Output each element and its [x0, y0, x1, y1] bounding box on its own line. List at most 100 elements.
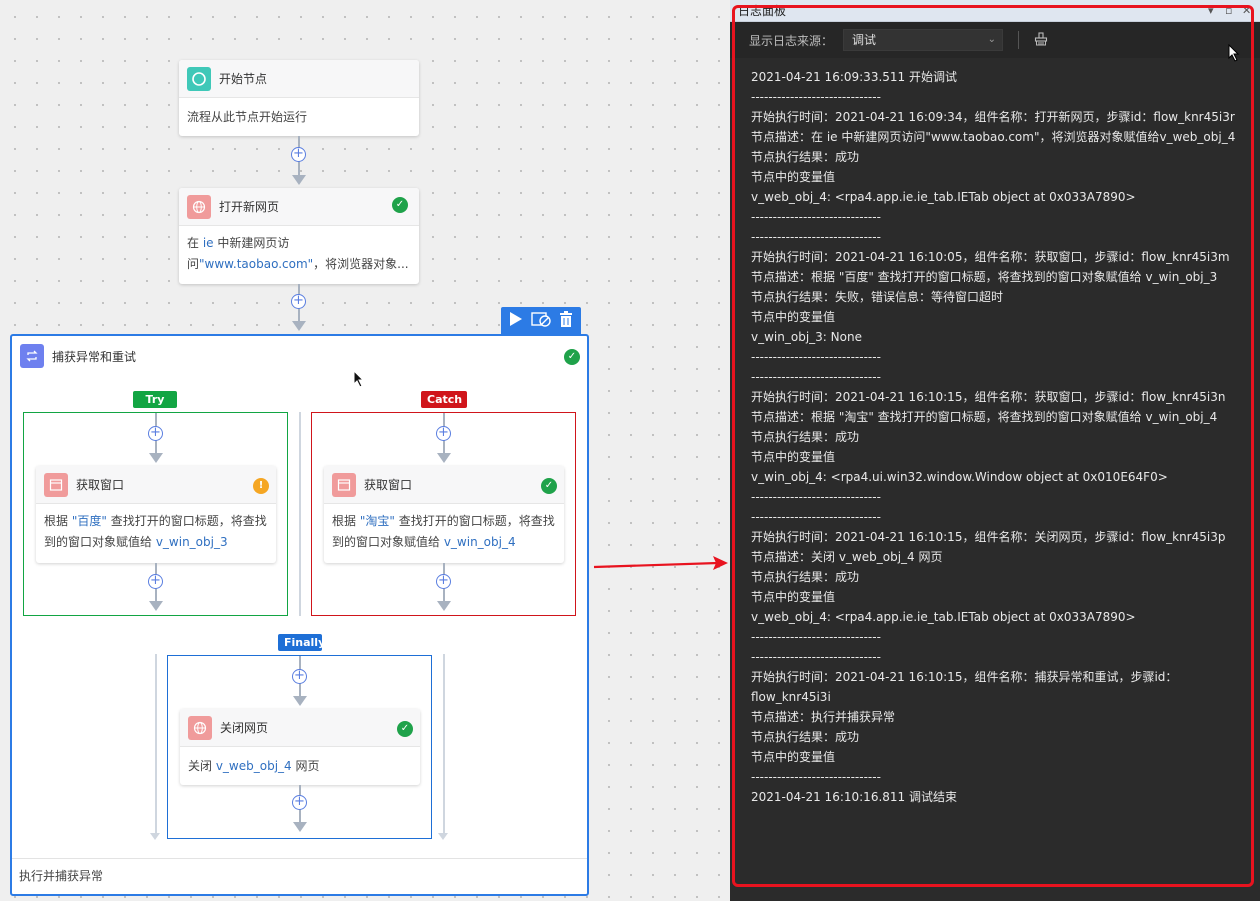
globe-icon	[187, 194, 211, 219]
log-line: v_win_obj_3: None	[751, 330, 862, 344]
log-line: 节点中的变量值	[751, 750, 836, 764]
desc-text: 网页	[291, 759, 320, 773]
start-node-title: 开始节点	[219, 72, 268, 86]
log-line: 节点中的变量值	[751, 170, 836, 184]
container-footer: 执行并捕获异常	[12, 858, 587, 894]
desc-text: 关闭	[188, 759, 216, 773]
log-line: ------------------------------	[751, 90, 881, 104]
catch-node-title: 获取窗口	[364, 478, 413, 492]
toolbar-divider	[1018, 31, 1020, 49]
log-panel-title: 日志面板	[738, 4, 787, 18]
catch-label: Catch	[421, 391, 467, 408]
try-branch: + 获取窗口 根据 "百度" 查找打开的窗口标题，将查找到的窗口对象赋值给 v_…	[23, 412, 288, 616]
globe-icon	[188, 715, 212, 740]
dropdown-icon[interactable]: ▾	[1208, 0, 1214, 22]
desc-text: 在	[187, 236, 203, 250]
close-page-title: 关闭网页	[220, 721, 269, 735]
connector-arrow	[437, 453, 451, 463]
desc-text: 根据	[44, 514, 72, 528]
add-step-button[interactable]: +	[436, 574, 451, 589]
add-step-button[interactable]: +	[291, 147, 306, 162]
add-step-button[interactable]: +	[148, 574, 163, 589]
warning-icon: !	[253, 478, 269, 494]
mouse-cursor-icon	[1228, 44, 1240, 62]
catch-get-window-node[interactable]: 获取窗口 根据 "淘宝" 查找打开的窗口标题，将查找到的窗口对象赋值给 v_wi…	[324, 466, 564, 563]
window-icon	[44, 472, 68, 497]
start-icon	[187, 66, 211, 91]
catch-branch: + 获取窗口 根据 "淘宝" 查找打开的窗口标题，将查找到的窗口对象赋值给 v_…	[311, 412, 576, 616]
log-line: ------------------------------	[751, 230, 881, 244]
start-node-desc: 流程从此节点开始运行	[187, 110, 308, 124]
trash-icon[interactable]	[559, 311, 573, 330]
clear-log-icon[interactable]	[1034, 31, 1048, 49]
try-node-desc: 根据 "百度" 查找打开的窗口标题，将查找到的窗口对象赋值给 v_win_obj…	[36, 504, 276, 562]
log-line: 节点中的变量值	[751, 590, 836, 604]
log-line: 节点描述：根据 "淘宝" 查找打开的窗口标题，将查找到的窗口对象赋值给 v_wi…	[751, 410, 1218, 424]
log-line: ------------------------------	[751, 350, 881, 364]
log-line: ------------------------------	[751, 210, 881, 224]
add-step-button[interactable]: +	[436, 426, 451, 441]
log-line: 节点执行结果：成功	[751, 730, 860, 744]
add-step-button[interactable]: +	[291, 294, 306, 309]
log-line: 开始执行时间：2021-04-21 16:10:15，组件名称：获取窗口，步骤i…	[751, 390, 1226, 404]
desc-text: 根据	[332, 514, 360, 528]
log-source-label: 显示日志来源：	[749, 33, 834, 48]
annotation-arrow	[593, 556, 728, 570]
run-icon[interactable]	[509, 311, 523, 330]
container-footer-text: 执行并捕获异常	[19, 869, 104, 883]
desc-highlight: v_win_obj_4	[443, 535, 516, 549]
start-node[interactable]: 开始节点 流程从此节点开始运行	[179, 60, 419, 136]
try-get-window-node[interactable]: 获取窗口 根据 "百度" 查找打开的窗口标题，将查找到的窗口对象赋值给 v_wi…	[36, 466, 276, 563]
flow-canvas[interactable]: 开始节点 流程从此节点开始运行 + 打开新网页 在 ie 中新建网页访问"www…	[0, 0, 730, 901]
log-line: ------------------------------	[751, 510, 881, 524]
log-panel-titlebar: 日志面板 ▾ ▫ ✕	[730, 0, 1260, 22]
log-line: ------------------------------	[751, 490, 881, 504]
log-line: v_web_obj_4: <rpa4.app.ie.ie_tab.IETab o…	[751, 190, 1136, 204]
log-line: ------------------------------	[751, 650, 881, 664]
log-line: v_web_obj_4: <rpa4.app.ie.ie_tab.IETab o…	[751, 610, 1136, 624]
connector-arrow	[293, 696, 307, 706]
try-label: Try	[133, 391, 177, 408]
chevron-down-icon: ⌄	[987, 34, 997, 45]
finally-branch: + 关闭网页 关闭 v_web_obj_4 网页 ✓ +	[167, 655, 432, 839]
log-line: ------------------------------	[751, 630, 881, 644]
log-content: 2021-04-21 16:09:33.511 开始调试 ------------…	[751, 67, 1256, 807]
open-page-title: 打开新网页	[219, 200, 280, 214]
connector-arrow	[292, 175, 306, 185]
success-check-icon: ✓	[392, 197, 408, 213]
log-line: ------------------------------	[751, 370, 881, 384]
desc-highlight: v_win_obj_3	[155, 535, 228, 549]
log-line: flow_knr45i3i	[751, 690, 831, 704]
close-icon[interactable]: ✕	[1242, 0, 1251, 22]
log-line: 2021-04-21 16:09:33.511 开始调试	[751, 70, 957, 84]
close-page-desc: 关闭 v_web_obj_4 网页	[180, 747, 420, 786]
add-step-button[interactable]: +	[292, 669, 307, 684]
success-check-icon: ✓	[541, 478, 557, 494]
close-page-node[interactable]: 关闭网页 关闭 v_web_obj_4 网页 ✓	[180, 709, 420, 785]
success-check-icon: ✓	[397, 721, 413, 737]
connector-arrow	[293, 822, 307, 832]
log-line: 节点描述：执行并捕获异常	[751, 710, 896, 724]
window-icon	[332, 472, 356, 497]
log-line: 节点执行结果：失败，错误信息：等待窗口超时	[751, 290, 1004, 304]
open-page-node[interactable]: 打开新网页 在 ie 中新建网页访问"www.taobao.com"，将浏览器对…	[179, 188, 419, 284]
log-source-select[interactable]: 调试 ⌄	[843, 29, 1004, 51]
mouse-cursor-icon	[353, 370, 365, 388]
desc-highlight: ie	[202, 236, 214, 250]
restore-icon[interactable]: ▫	[1225, 0, 1232, 22]
connector-arrow	[438, 833, 448, 840]
container-toolbar	[501, 307, 581, 334]
connector-arrow	[149, 453, 163, 463]
open-page-desc: 在 ie 中新建网页访问"www.taobao.com"，将浏览器对象...	[179, 226, 419, 284]
add-step-button[interactable]: +	[148, 426, 163, 441]
log-line: 开始执行时间：2021-04-21 16:10:05，组件名称：获取窗口，步骤i…	[751, 250, 1230, 264]
log-line: 节点描述：在 ie 中新建网页访问"www.taobao.com"，将浏览器对象…	[751, 130, 1236, 144]
connector-arrow	[149, 601, 163, 611]
desc-highlight: "百度"	[71, 514, 107, 528]
try-catch-container[interactable]: 捕获异常和重试 ✓ Try + 获取窗口 根据 "百度" 查找打开的窗口标题，将…	[10, 334, 589, 896]
retry-icon	[20, 344, 44, 368]
log-line: 开始执行时间：2021-04-21 16:10:15，组件名称：关闭网页，步骤i…	[751, 530, 1226, 544]
add-step-button[interactable]: +	[292, 795, 307, 810]
log-line: 开始执行时间：2021-04-21 16:10:15，组件名称：捕获异常和重试，…	[751, 670, 1178, 684]
disable-icon[interactable]	[531, 311, 551, 330]
